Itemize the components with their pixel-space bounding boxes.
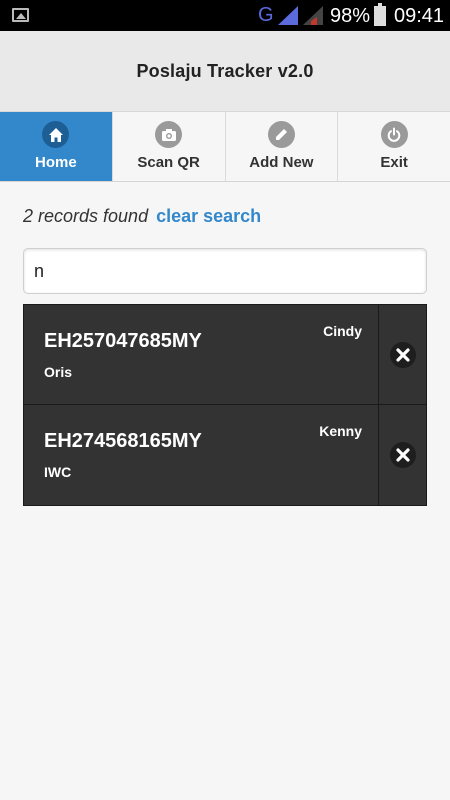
clear-search-link[interactable]: clear search [156, 206, 261, 226]
clock: 09:41 [394, 5, 445, 27]
close-icon [389, 341, 416, 368]
tab-exit[interactable]: Exit [338, 112, 450, 181]
tab-add-new[interactable]: Add New [225, 112, 339, 181]
tab-home-label: Home [35, 154, 77, 171]
results-summary: 2 records found clear search [23, 206, 261, 227]
courier-name: IWC [44, 464, 72, 480]
battery-percent: 98% [330, 5, 371, 27]
recipient-name: Kenny [319, 423, 362, 439]
signal-icon [278, 6, 298, 25]
close-icon [389, 442, 416, 468]
tab-exit-label: Exit [380, 154, 408, 171]
courier-name: Oris [44, 364, 73, 380]
search-input[interactable] [23, 248, 427, 294]
list-item[interactable]: EH274568165MY IWC Kenny [24, 405, 426, 505]
records-count: 2 records found [23, 206, 149, 226]
tracking-number: EH257047685MY [44, 330, 202, 352]
app-header: Poslaju Tracker v2.0 [0, 31, 450, 112]
pencil-icon [267, 121, 295, 148]
delete-button[interactable] [378, 405, 426, 505]
power-icon [380, 121, 408, 148]
tab-scan-qr[interactable]: Scan QR [112, 112, 226, 181]
nav-bar: Home Scan QR Add New Exit [0, 112, 450, 182]
status-bar: G 98% 09:41 [0, 0, 450, 31]
records-list: EH257047685MY Oris Cindy EH274568165MY I… [23, 304, 427, 506]
tab-scan-qr-label: Scan QR [137, 154, 200, 171]
delete-button[interactable] [378, 305, 426, 404]
gallery-notification-icon [12, 8, 29, 22]
battery-icon [374, 3, 386, 26]
tracking-number: EH274568165MY [44, 430, 202, 452]
tab-home[interactable]: Home [0, 112, 113, 181]
camera-icon [155, 121, 183, 148]
home-icon [42, 121, 70, 148]
list-item[interactable]: EH257047685MY Oris Cindy [24, 305, 426, 405]
tab-add-new-label: Add New [249, 154, 314, 171]
network-type: G [258, 4, 274, 26]
page-title: Poslaju Tracker v2.0 [136, 60, 314, 81]
recipient-name: Cindy [323, 323, 362, 339]
signal-icon-secondary [303, 6, 323, 25]
